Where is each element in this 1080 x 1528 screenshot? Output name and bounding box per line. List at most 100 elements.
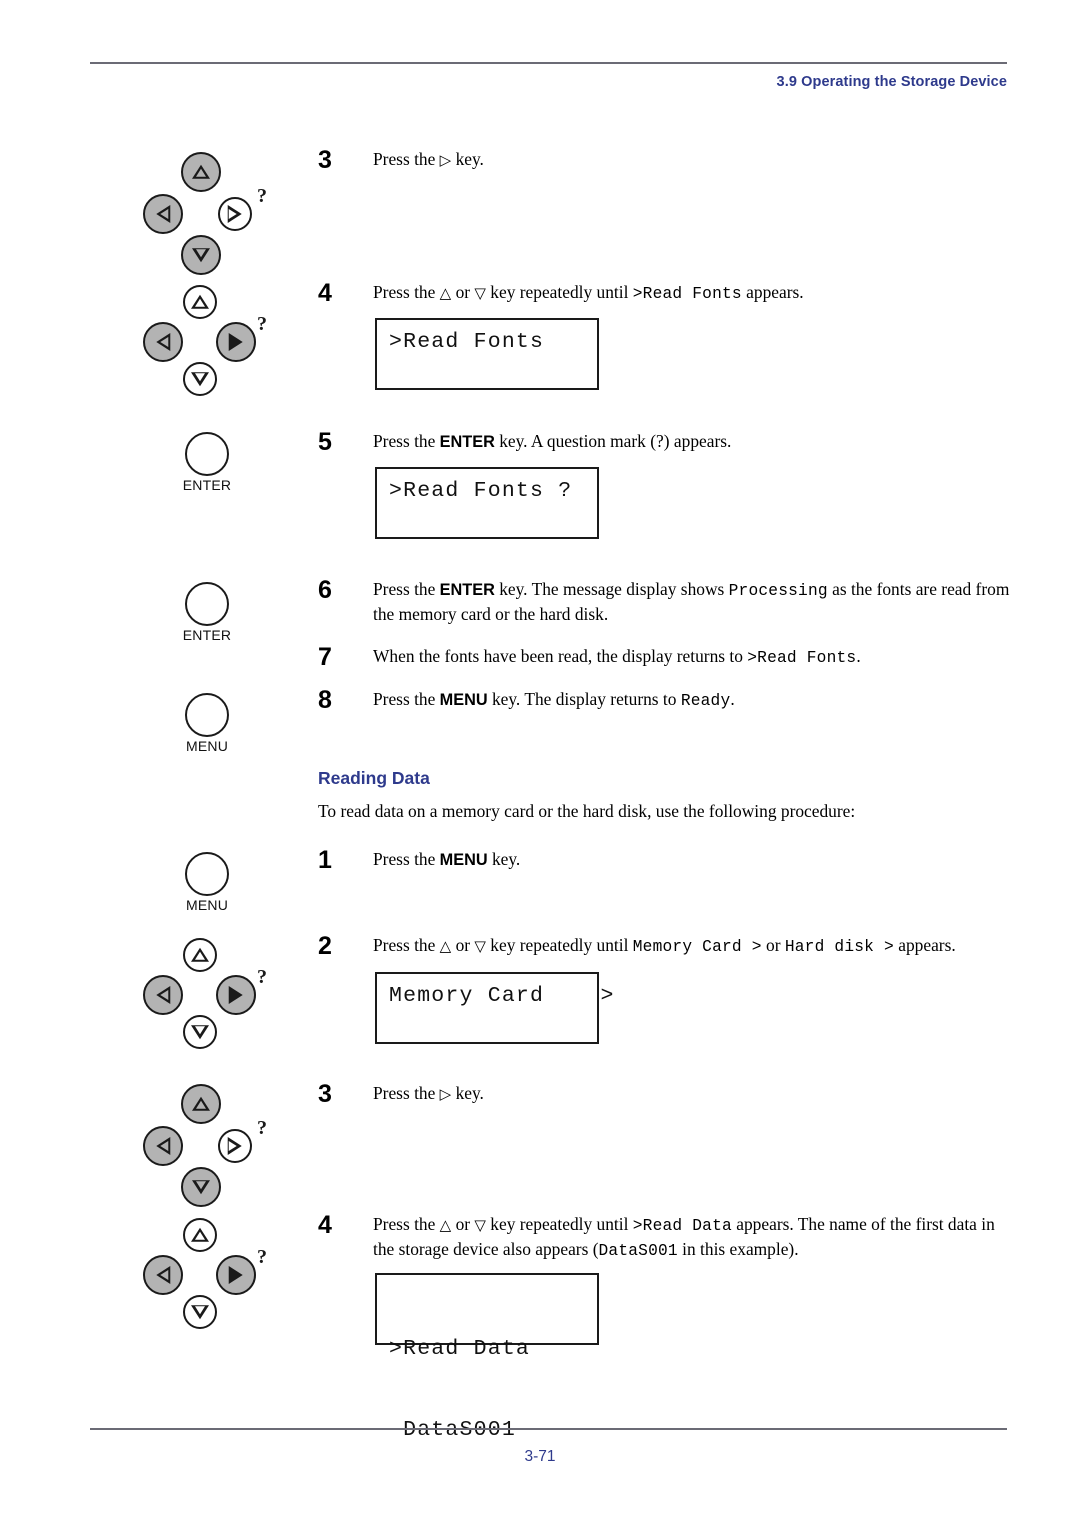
step-number: 6	[318, 576, 332, 604]
section-intro-text: To read data on a memory card or the har…	[318, 801, 856, 821]
menu-key-rd-step1[interactable]: MENU	[175, 852, 239, 913]
lcd-display-read-fonts: >Read Fonts	[375, 318, 599, 390]
step-text-2: key. The display returns to	[487, 689, 681, 709]
menu-key-circle[interactable]	[185, 693, 229, 737]
left-arrow-key[interactable]	[143, 1255, 183, 1295]
step-text-1: Press the	[373, 579, 440, 599]
triangle-down-icon	[191, 1025, 209, 1040]
right-arrow-key-highlighted[interactable]	[216, 322, 256, 362]
step-number: 3	[318, 146, 332, 174]
step-text: Press the or key repeatedly until Memory…	[373, 934, 1018, 959]
step-text: Press the ENTER key. The message display…	[373, 578, 1018, 625]
enter-key-step5[interactable]: ENTER	[175, 432, 239, 493]
left-arrow-key[interactable]	[143, 975, 183, 1015]
lcd-display-memory-card: Memory Card >	[375, 972, 613, 1044]
step-text: Press the MENU key.	[373, 848, 1018, 872]
step-text-4: appears.	[741, 282, 804, 302]
document-page: 3.9 Operating the Storage Device ? 3 Pre…	[0, 0, 1080, 1528]
step-number: 5	[318, 428, 332, 456]
section-heading-reading-data: Reading Data	[318, 768, 430, 788]
triangle-left-icon	[156, 333, 171, 351]
footer-rule	[90, 1428, 1007, 1430]
up-arrow-key[interactable]	[183, 938, 217, 972]
triangle-up-icon	[191, 294, 209, 309]
step-text-before: Press the	[373, 149, 440, 169]
question-mark-label: ?	[257, 1246, 267, 1268]
step-number: 3	[318, 1080, 332, 1108]
step-text-2: key.	[487, 849, 521, 869]
lcd-display-read-fonts-question: >Read Fonts ?	[375, 467, 599, 539]
triangle-right-icon	[228, 333, 243, 351]
triangle-up-icon	[191, 1227, 209, 1242]
step-text-5: appears.	[893, 935, 956, 955]
up-arrow-key[interactable]	[183, 1218, 217, 1252]
inline-display-text-b: DataS001	[598, 1241, 678, 1260]
left-arrow-key[interactable]	[143, 1126, 183, 1166]
menu-key-step8[interactable]: MENU	[175, 693, 239, 754]
enter-key-label: ENTER	[182, 627, 232, 643]
triangle-up-icon	[191, 947, 209, 962]
step-text-3: key repeatedly until	[485, 1214, 633, 1234]
lcd-line-1: >Read Data	[389, 1337, 531, 1361]
down-arrow-key[interactable]	[181, 1167, 221, 1207]
up-arrow-key[interactable]	[181, 1084, 221, 1124]
menu-key-label: MENU	[185, 897, 229, 913]
step-text: Press the MENU key. The display returns …	[373, 688, 1018, 713]
right-arrow-key-highlighted[interactable]	[216, 975, 256, 1015]
question-mark-label: ?	[257, 185, 267, 207]
left-arrow-key[interactable]	[143, 194, 183, 234]
step-text-2: or	[451, 935, 475, 955]
step-text-3: key repeatedly until	[485, 282, 633, 302]
triangle-right-icon	[227, 1137, 242, 1155]
step-text-1: Press the	[373, 849, 440, 869]
down-arrow-key[interactable]	[183, 1295, 217, 1329]
triangle-down-icon	[191, 1305, 209, 1320]
menu-key-inline-label: MENU	[439, 851, 488, 869]
triangle-right-icon	[228, 1266, 243, 1284]
inline-display-text: Ready	[680, 692, 731, 710]
triangle-down-icon	[191, 372, 209, 387]
triangle-right-inline-icon	[440, 149, 452, 169]
enter-key-step6[interactable]: ENTER	[175, 582, 239, 643]
triangle-left-icon	[156, 1266, 171, 1284]
left-arrow-key[interactable]	[143, 322, 183, 362]
inline-display-text-a: Memory Card >	[632, 938, 762, 956]
step-text-after: key.	[451, 149, 484, 169]
lcd-line-2: DataS001	[389, 1418, 516, 1442]
triangle-left-icon	[156, 1137, 171, 1155]
triangle-up-icon	[192, 164, 210, 179]
step-text-1: Press the	[373, 282, 440, 302]
step-text-1: Press the	[373, 431, 440, 451]
down-arrow-key[interactable]	[183, 1015, 217, 1049]
question-mark-label: ?	[257, 313, 267, 335]
step-number: 4	[318, 279, 332, 307]
key-cluster-rd-step4: ?	[143, 1216, 273, 1336]
enter-key-inline-label: ENTER	[439, 433, 495, 451]
step-number: 1	[318, 846, 332, 874]
step-text: Press the ENTER key. A question mark (?)…	[373, 430, 1018, 454]
key-cluster-rd-step2: ?	[143, 936, 273, 1056]
right-arrow-key[interactable]	[218, 1129, 252, 1163]
key-cluster-step4: ?	[143, 283, 273, 403]
right-arrow-key[interactable]	[218, 197, 252, 231]
down-arrow-key[interactable]	[183, 362, 217, 396]
enter-key-circle[interactable]	[185, 582, 229, 626]
up-arrow-key[interactable]	[183, 285, 217, 319]
question-mark-label: ?	[257, 1117, 267, 1139]
right-arrow-key-highlighted[interactable]	[216, 1255, 256, 1295]
triangle-up-inline-icon	[440, 1214, 452, 1234]
step-text-3: ) appears.	[663, 431, 732, 451]
header-rule	[90, 62, 1007, 64]
inline-display-text: >Read Fonts	[747, 649, 857, 667]
inline-display-text: Processing	[728, 582, 828, 600]
menu-key-circle[interactable]	[185, 852, 229, 896]
enter-key-circle[interactable]	[185, 432, 229, 476]
triangle-down-inline-icon	[474, 282, 486, 302]
down-arrow-key[interactable]	[181, 235, 221, 275]
page-header-title: 3.9 Operating the Storage Device	[776, 74, 1007, 90]
triangle-right-inline-icon	[440, 1083, 452, 1103]
step-text-3: key repeatedly until	[485, 935, 633, 955]
step-text-4: or	[761, 935, 785, 955]
up-arrow-key[interactable]	[181, 152, 221, 192]
step-question-mark: ?	[656, 431, 664, 451]
